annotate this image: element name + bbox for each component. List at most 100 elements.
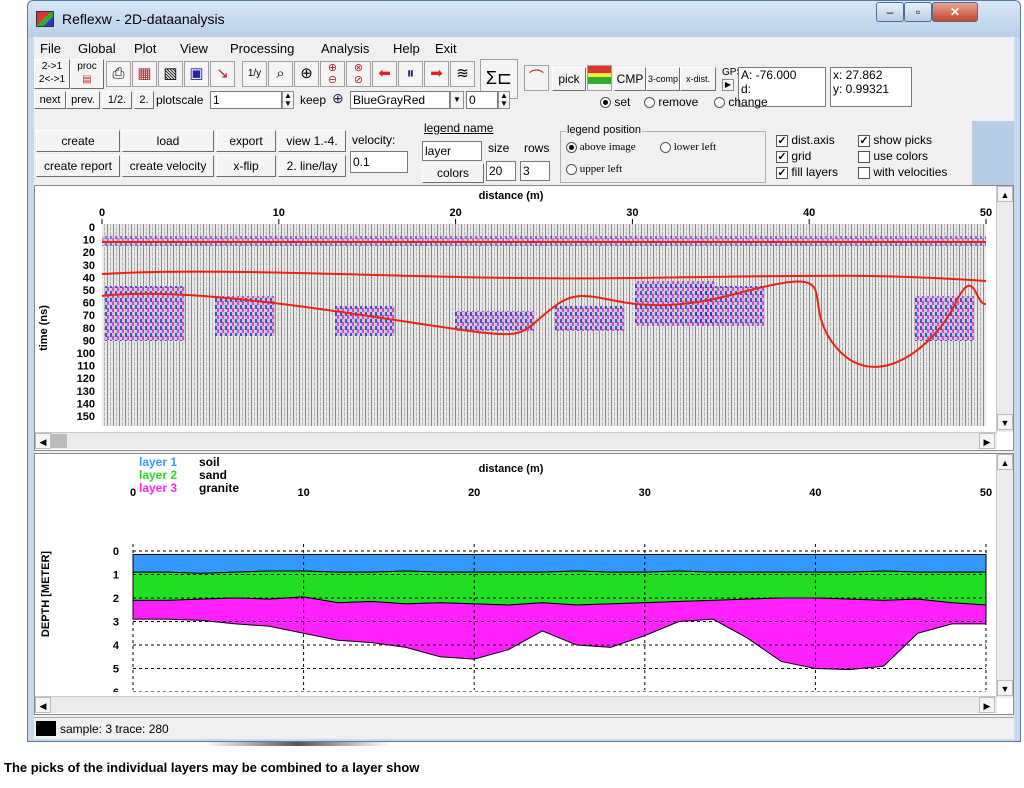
curve-icon[interactable]: ↘ xyxy=(210,61,235,87)
minimize-button[interactable]: – xyxy=(876,2,904,22)
export-button[interactable]: export xyxy=(216,130,276,152)
arrow-left-icon[interactable]: ⬅ xyxy=(372,61,397,87)
change-radio-icon[interactable] xyxy=(714,97,725,109)
gps-play-icon[interactable]: ▶ xyxy=(722,79,734,91)
x-flip-button[interactable]: x-flip xyxy=(216,155,276,177)
layer-vscroll[interactable]: ▲ ▼ xyxy=(996,454,1013,698)
x-dist-button[interactable]: x-dist. xyxy=(680,67,716,91)
half-button[interactable]: 1/2. xyxy=(102,91,132,109)
two-button[interactable]: 2. xyxy=(134,91,154,109)
radargram-plot[interactable]: distance (m) time (ns) 0 10 20 30 40 50 01020… xyxy=(35,186,995,432)
copy-icon[interactable]: ▧ xyxy=(158,61,183,87)
layer-icon[interactable] xyxy=(587,65,612,91)
create-velocity-button[interactable]: create velocity xyxy=(122,155,214,177)
ratio-button[interactable]: 1/y xyxy=(242,61,267,87)
legend-pos-lower-left[interactable]: lower left xyxy=(660,141,716,153)
next-button[interactable]: next xyxy=(34,91,66,109)
zoom-in-icon[interactable]: ⊕ xyxy=(294,61,319,87)
radar-scroll-down-icon[interactable]: ▼ xyxy=(997,414,1013,430)
plotscale-spinner[interactable]: ▲ ▼ xyxy=(282,91,294,109)
with-velocities-checkbox[interactable] xyxy=(858,166,870,179)
load-button[interactable]: load xyxy=(122,130,214,152)
pick-button[interactable]: pick xyxy=(552,67,586,91)
layer-scroll-up-icon[interactable]: ▲ xyxy=(997,454,1013,470)
pick-mode-set[interactable]: set xyxy=(600,95,630,109)
export-image-icon[interactable]: ▦ xyxy=(132,61,157,87)
create-report-button[interactable]: create report xyxy=(36,155,120,177)
stop-icon[interactable]: ⏸ xyxy=(398,61,423,87)
upper-left-radio-icon[interactable] xyxy=(566,163,577,175)
keep-zoom-icon[interactable]: ⊕ xyxy=(332,90,344,107)
menu-global[interactable]: Global xyxy=(78,41,116,56)
line-lay-button[interactable]: 2. line/lay xyxy=(278,155,346,177)
legend-name-input[interactable]: layer xyxy=(422,141,482,161)
check-grid[interactable]: ✓ grid xyxy=(776,149,811,163)
radar-y-tick: 100 xyxy=(77,348,95,360)
menu-analysis[interactable]: Analysis xyxy=(321,41,369,56)
menu-exit[interactable]: Exit xyxy=(435,41,457,56)
menu-view[interactable]: View xyxy=(180,41,208,56)
maximize-button[interactable]: ▫ xyxy=(904,2,932,22)
title-bar[interactable]: Reflexw - 2D-dataanalysis – ▫ ✕ xyxy=(28,1,1020,37)
legend-rows-input[interactable]: 3 xyxy=(520,161,550,181)
create-button[interactable]: create xyxy=(36,130,120,152)
legend-pos-upper-left[interactable]: upper left xyxy=(566,163,622,175)
layer-scroll-down-icon[interactable]: ▼ xyxy=(997,680,1013,696)
menu-processing[interactable]: Processing xyxy=(230,41,294,56)
radar-scroll-right-icon[interactable]: ▶ xyxy=(979,433,995,449)
menu-plot[interactable]: Plot xyxy=(134,41,156,56)
hyperbola-icon[interactable]: ⌒ xyxy=(524,65,549,91)
swap-traces-button[interactable]: 2->1 2<->1 xyxy=(34,59,70,89)
proc-button[interactable]: proc ▤ xyxy=(70,59,104,89)
layer-scroll-left-icon[interactable]: ◀ xyxy=(35,697,51,713)
remove-radio-icon[interactable] xyxy=(644,97,655,109)
prev-button[interactable]: prev. xyxy=(66,91,100,109)
fill-layers-checkbox[interactable]: ✓ xyxy=(776,166,788,179)
colors-button[interactable]: colors xyxy=(422,163,484,183)
wiggle-icon[interactable]: ≋ xyxy=(450,61,475,87)
above-radio-icon[interactable] xyxy=(566,141,577,153)
layer-show-chart[interactable]: layer 1 soil layer 2 sand layer 3 granite dis… xyxy=(35,454,995,692)
print-icon[interactable]: ⎙ xyxy=(106,61,131,87)
pick-mode-change[interactable]: change xyxy=(714,95,768,109)
menu-file[interactable]: File xyxy=(40,41,61,56)
close-button[interactable]: ✕ xyxy=(932,2,978,22)
three-comp-button[interactable]: 3-comp xyxy=(646,67,680,91)
check-use-colors[interactable]: use colors xyxy=(858,149,928,163)
zoom-icon[interactable]: ⌕ xyxy=(268,61,293,87)
layer-scroll-right-icon[interactable]: ▶ xyxy=(979,697,995,713)
velocity-input[interactable]: 0.1 xyxy=(350,151,408,173)
layer-hscroll[interactable]: ◀ ▶ xyxy=(35,696,997,713)
window-title: Reflexw - 2D-dataanalysis xyxy=(62,11,225,27)
radar-vscroll[interactable]: ▲ ▼ xyxy=(996,186,1013,432)
radar-hscroll-thumb[interactable] xyxy=(51,434,67,448)
radar-scroll-up-icon[interactable]: ▲ xyxy=(997,186,1013,202)
legend-size-input[interactable]: 20 xyxy=(486,161,516,181)
zoom-xy-icon[interactable]: ⊕ ⊖ xyxy=(320,61,345,87)
legend-pos-above[interactable]: above image xyxy=(566,141,636,153)
radar-hscroll[interactable]: ◀ ▶ xyxy=(35,432,997,449)
check-show-picks[interactable]: ✓ show picks xyxy=(858,133,932,147)
palette-number-input[interactable]: 0 xyxy=(466,91,498,109)
check-with-velocities[interactable]: with velocities xyxy=(858,165,947,179)
dist-axis-checkbox[interactable]: ✓ xyxy=(776,134,788,147)
arrow-right-icon[interactable]: ➡ xyxy=(424,61,449,87)
screen-icon[interactable]: ▣ xyxy=(184,61,209,87)
show-picks-checkbox[interactable]: ✓ xyxy=(858,134,870,147)
menu-help[interactable]: Help xyxy=(393,41,420,56)
use-colors-checkbox[interactable] xyxy=(858,150,870,163)
lower-left-radio-icon[interactable] xyxy=(660,141,671,153)
view-layers-button[interactable]: view 1.-4. xyxy=(278,130,346,152)
grid-checkbox[interactable]: ✓ xyxy=(776,150,788,163)
palette-number-spinner[interactable]: ▲ ▼ xyxy=(498,91,510,109)
zoom-y-icon[interactable]: ⊗ ⊘ xyxy=(346,61,371,87)
set-radio-icon[interactable] xyxy=(600,97,611,109)
cmp-button[interactable]: CMP xyxy=(614,67,646,91)
plotscale-input[interactable]: 1 xyxy=(210,91,282,109)
check-fill-layers[interactable]: ✓ fill layers xyxy=(776,165,838,179)
radar-scroll-left-icon[interactable]: ◀ xyxy=(35,433,51,449)
palette-dropdown-icon[interactable]: ▼ xyxy=(450,91,464,109)
pick-mode-remove[interactable]: remove xyxy=(644,95,698,109)
check-dist-axis[interactable]: ✓ dist.axis xyxy=(776,133,835,147)
palette-select[interactable]: BlueGrayRed xyxy=(350,91,450,109)
